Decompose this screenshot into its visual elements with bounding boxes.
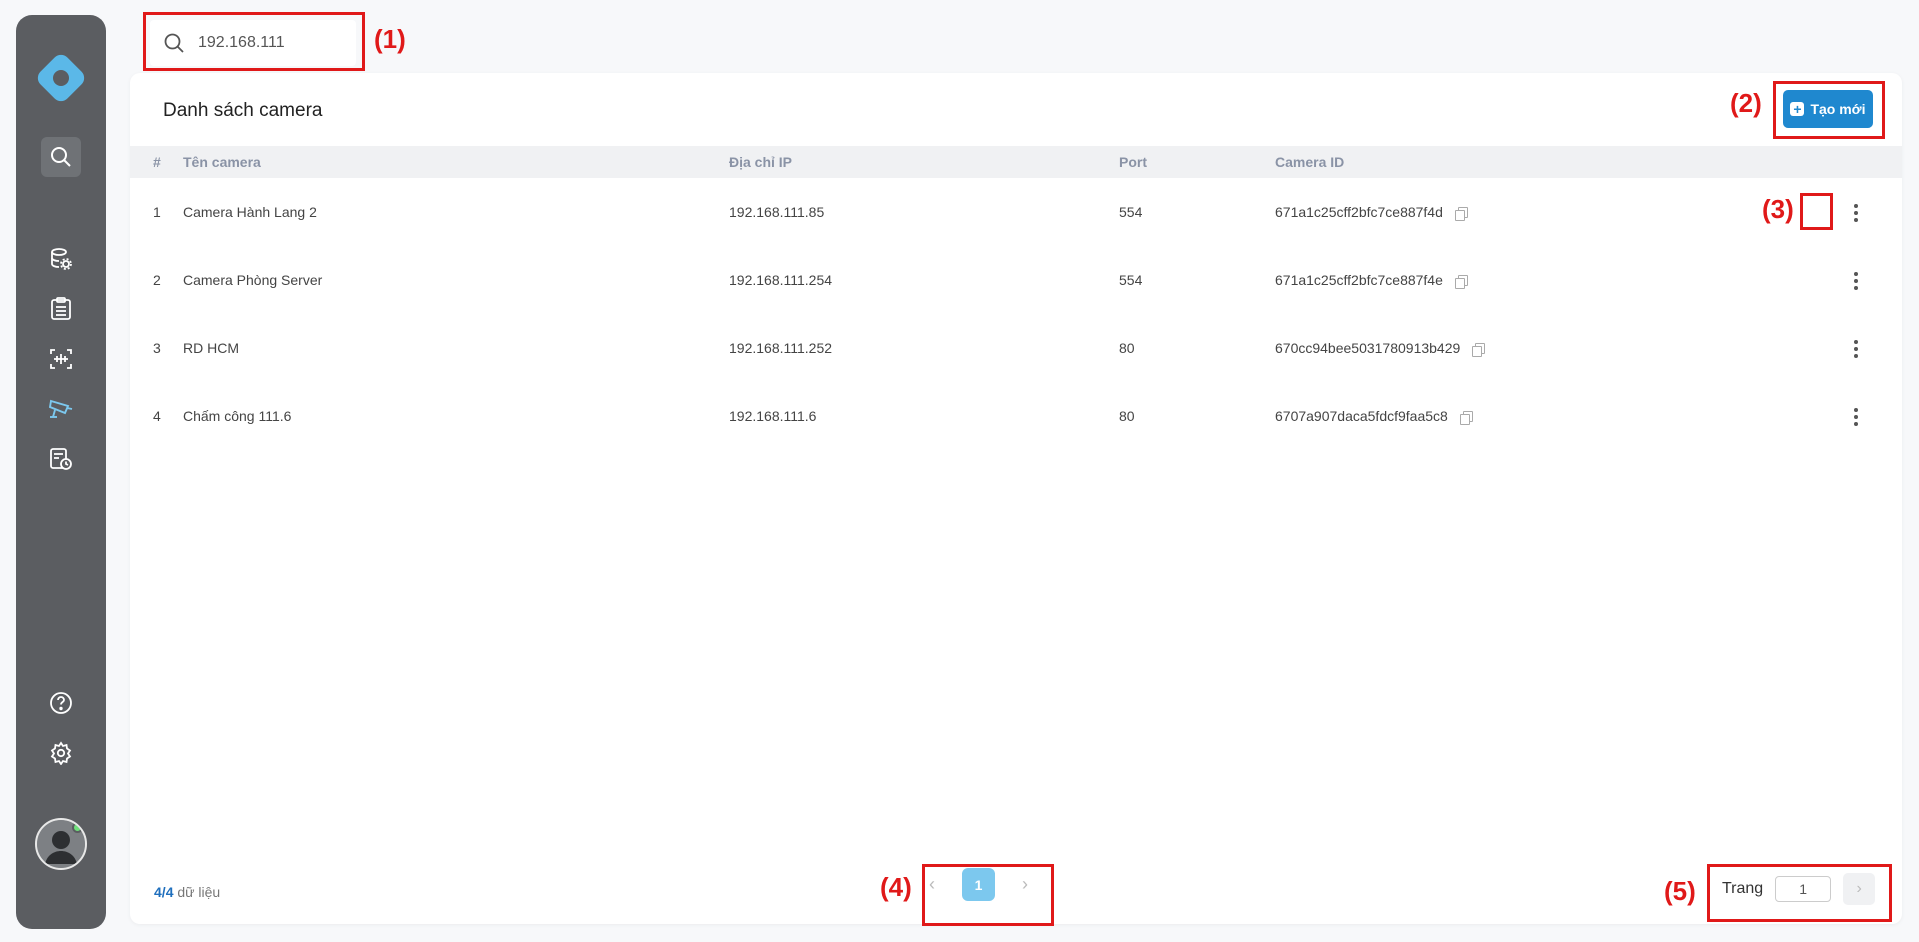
header-actions: [1775, 146, 1902, 178]
camera-ip: 192.168.111.85: [729, 204, 825, 220]
camera-port: 554: [1119, 204, 1143, 220]
database-settings-icon[interactable]: [41, 239, 81, 279]
table-row[interactable]: 4 Chấm công 111.6 192.168.111.6 80 6707a…: [130, 382, 1902, 450]
count-total: 4: [165, 884, 174, 900]
annotation-label-3: (3): [1762, 194, 1794, 224]
camera-id: 671a1c25cff2bfc7ce887f4d: [1275, 204, 1443, 220]
help-icon[interactable]: [41, 683, 81, 723]
sidebar: [16, 15, 106, 929]
annotation-label-4: (4): [880, 872, 912, 902]
count-shown: 4: [154, 884, 162, 900]
annotation-label-5: (5): [1664, 876, 1696, 906]
annotation-box-5: [1707, 864, 1892, 922]
annotation-label-1: (1): [374, 24, 406, 54]
annotation-box-1: [143, 12, 365, 71]
header-camera-id: Camera ID: [1275, 154, 1345, 170]
avatar[interactable]: [35, 818, 87, 870]
table-row[interactable]: 1 Camera Hành Lang 2 192.168.111.85 554 …: [130, 178, 1902, 246]
table-header: # Tên camera Địa chỉ IP Port Camera ID: [130, 146, 1902, 178]
annotation-box-3: [1800, 193, 1833, 230]
copy-icon[interactable]: [1454, 207, 1468, 222]
clipboard-list-icon[interactable]: [41, 289, 81, 329]
search-icon[interactable]: [41, 137, 81, 177]
annotation-box-4: [922, 864, 1054, 926]
count-suffix: dữ liệu: [177, 884, 221, 900]
row-index: 1: [153, 204, 161, 220]
face-scan-icon[interactable]: [41, 339, 81, 379]
online-status-dot: [72, 822, 83, 833]
record-count: 4/4 dữ liệu: [154, 884, 221, 900]
copy-icon[interactable]: [1459, 411, 1473, 426]
camera-ip: 192.168.111.6: [729, 408, 817, 424]
more-actions-icon[interactable]: [1844, 196, 1868, 230]
camera-port: 80: [1119, 408, 1135, 424]
table-row[interactable]: 2 Camera Phòng Server 192.168.111.254 55…: [130, 246, 1902, 314]
camera-ip: 192.168.111.252: [729, 340, 833, 356]
camera-port: 80: [1119, 340, 1135, 356]
row-index: 3: [153, 340, 161, 356]
annotation-label-2: (2): [1730, 88, 1762, 118]
header-port: Port: [1119, 154, 1147, 170]
more-actions-icon[interactable]: [1844, 264, 1868, 298]
camera-id: 671a1c25cff2bfc7ce887f4e: [1275, 272, 1443, 288]
row-index: 2: [153, 272, 161, 288]
camera-name: Camera Hành Lang 2: [183, 204, 317, 220]
camera-port: 554: [1119, 272, 1143, 288]
camera-icon[interactable]: [41, 389, 81, 429]
camera-id: 670cc94bee5031780913b429: [1275, 340, 1461, 356]
logo-icon[interactable]: [34, 51, 88, 105]
actions-cell: [1775, 178, 1902, 246]
copy-icon[interactable]: [1472, 343, 1486, 358]
actions-cell: [1775, 382, 1902, 450]
row-index: 4: [153, 408, 161, 424]
actions-cell: [1775, 246, 1902, 314]
camera-name: RD HCM: [183, 340, 239, 356]
table-row[interactable]: 3 RD HCM 192.168.111.252 80 670cc94bee50…: [130, 314, 1902, 382]
camera-id-cell: 670cc94bee5031780913b429: [1275, 314, 1775, 382]
camera-id: 6707a907daca5fdcf9faa5c8: [1275, 408, 1448, 424]
header-camera-name: Tên camera: [183, 154, 261, 170]
camera-ip: 192.168.111.254: [729, 272, 833, 288]
more-actions-icon[interactable]: [1844, 332, 1868, 366]
actions-cell: [1775, 314, 1902, 382]
camera-id-cell: 671a1c25cff2bfc7ce887f4e: [1275, 246, 1775, 314]
camera-id-cell: 6707a907daca5fdcf9faa5c8: [1275, 382, 1775, 450]
annotation-box-2: [1773, 81, 1885, 139]
header-ip-address: Địa chỉ IP: [729, 154, 793, 170]
camera-name: Camera Phòng Server: [183, 272, 323, 288]
report-clock-icon[interactable]: [41, 439, 81, 479]
camera-id-cell: 671a1c25cff2bfc7ce887f4d: [1275, 178, 1775, 246]
settings-icon[interactable]: [41, 733, 81, 773]
page-title: Danh sách camera: [163, 100, 323, 121]
copy-icon[interactable]: [1454, 275, 1468, 290]
header-index: #: [153, 154, 161, 170]
camera-table: # Tên camera Địa chỉ IP Port Camera ID 1…: [130, 146, 1902, 450]
camera-name: Chấm công 111.6: [183, 408, 292, 424]
camera-list-card: Danh sách camera + Tạo mới # Tên camera …: [130, 73, 1902, 924]
more-actions-icon[interactable]: [1844, 400, 1868, 434]
